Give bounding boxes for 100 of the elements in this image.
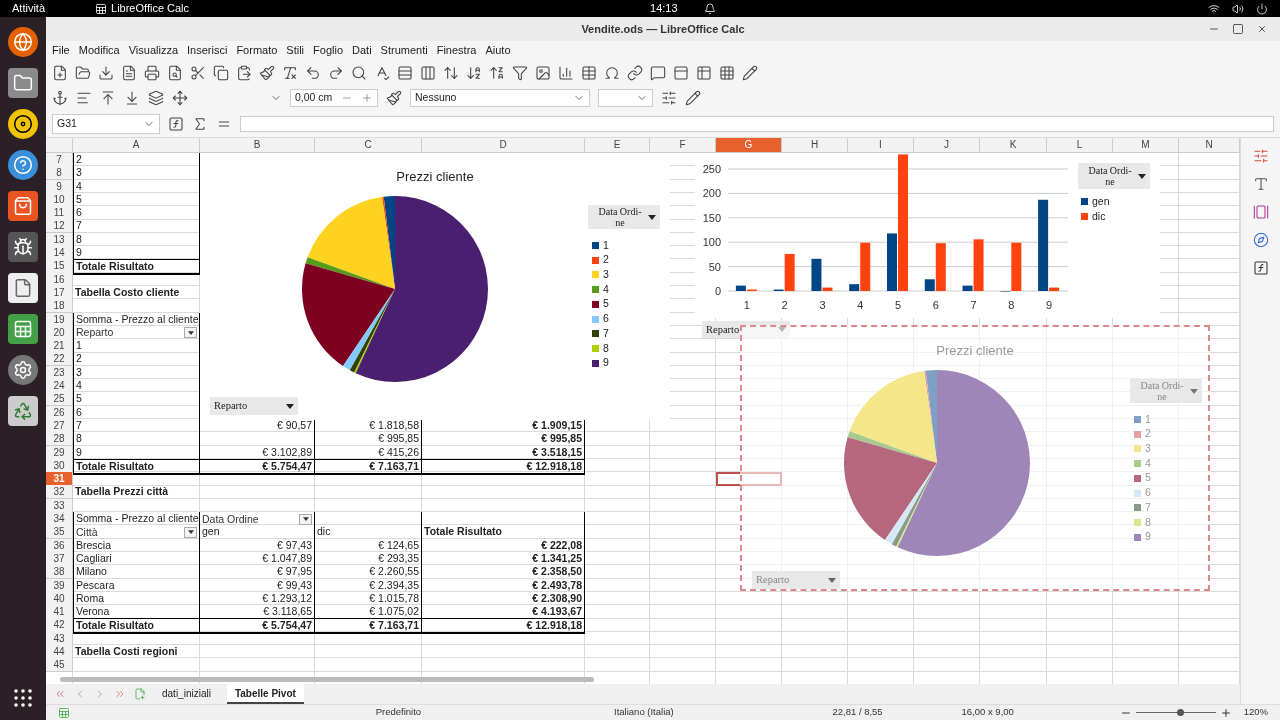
- clock[interactable]: 14:13: [650, 0, 678, 17]
- cell-cursor[interactable]: [716, 472, 782, 487]
- menu-item[interactable]: Inserisci: [187, 42, 228, 59]
- send-backward-icon[interactable]: [124, 90, 140, 106]
- row-header[interactable]: 21: [46, 339, 73, 354]
- print-preview-icon[interactable]: [167, 65, 183, 81]
- row-header[interactable]: 35: [46, 525, 73, 540]
- page-style[interactable]: Predefinito: [375, 705, 615, 720]
- app-name[interactable]: LibreOffice Calc: [111, 0, 190, 17]
- dropdown-button[interactable]: [299, 513, 312, 525]
- header-footer-icon[interactable]: [673, 65, 689, 81]
- dropdown-button[interactable]: [184, 327, 197, 339]
- paste-icon[interactable]: [236, 65, 252, 81]
- sum-icon[interactable]: [192, 115, 208, 132]
- maximize-icon[interactable]: [1232, 23, 1244, 35]
- export-pdf-icon[interactable]: [121, 65, 137, 81]
- activities-button[interactable]: Attività: [12, 0, 45, 17]
- spreadsheet-icon[interactable]: [95, 2, 107, 15]
- filter-icon[interactable]: [512, 65, 528, 81]
- row-header[interactable]: 45: [46, 658, 73, 673]
- column-header[interactable]: A: [73, 138, 200, 153]
- row-header[interactable]: 14: [46, 246, 73, 261]
- function-wizard-icon[interactable]: [168, 115, 184, 132]
- functions-icon[interactable]: [1252, 260, 1269, 276]
- help-icon[interactable]: [8, 150, 38, 180]
- printer-icon[interactable]: [144, 65, 160, 81]
- comment-icon[interactable]: [650, 65, 666, 81]
- menu-item[interactable]: Strumenti: [380, 42, 428, 59]
- caret-icon[interactable]: [187, 330, 194, 335]
- search-icon[interactable]: [351, 65, 367, 81]
- properties-icon[interactable]: [1252, 148, 1269, 164]
- border-style-select[interactable]: Nessuno: [410, 89, 590, 107]
- dropdown-button[interactable]: [184, 526, 197, 538]
- menu-item[interactable]: Visualizza: [128, 42, 179, 59]
- bring-forward-icon[interactable]: [100, 90, 116, 106]
- save-icon[interactable]: [98, 65, 114, 81]
- chart-icon[interactable]: [558, 65, 574, 81]
- pivot-table-icon[interactable]: [581, 65, 597, 81]
- app-grid-icon[interactable]: [11, 686, 35, 710]
- volume-icon[interactable]: [1232, 2, 1244, 15]
- columns-icon[interactable]: [420, 65, 436, 81]
- row-header[interactable]: 18: [46, 299, 73, 314]
- row-header[interactable]: 24: [46, 379, 73, 394]
- menu-item[interactable]: File: [52, 42, 70, 59]
- table-icon[interactable]: [696, 65, 712, 81]
- layers-icon[interactable]: [148, 90, 164, 106]
- legend-field-button[interactable]: Data Ordi- ne: [588, 205, 660, 229]
- paintbrush-icon[interactable]: [259, 65, 275, 81]
- sheet-tab[interactable]: dati_iniziali: [154, 684, 219, 704]
- name-box[interactable]: G31: [52, 113, 160, 134]
- row-header[interactable]: 8: [46, 166, 73, 181]
- omega-icon[interactable]: [604, 65, 620, 81]
- new-document-icon[interactable]: [52, 65, 68, 81]
- row-header[interactable]: 41: [46, 605, 73, 620]
- row-header[interactable]: 25: [46, 392, 73, 407]
- align-icon[interactable]: [76, 90, 92, 106]
- zoom-thumb[interactable]: [1177, 709, 1184, 716]
- formula-input[interactable]: [240, 115, 1274, 132]
- sheet-tab[interactable]: Tabelle Pivot: [226, 684, 304, 704]
- gallery-icon[interactable]: [1252, 204, 1269, 220]
- trash-icon[interactable]: [8, 396, 38, 426]
- image-icon[interactable]: [535, 65, 551, 81]
- menu-item[interactable]: Modifica: [78, 42, 120, 59]
- grid-icon[interactable]: [719, 65, 735, 81]
- spellcheck-icon[interactable]: [374, 65, 390, 81]
- menu-item[interactable]: Foglio: [313, 42, 344, 59]
- menu-item[interactable]: Formato: [236, 42, 278, 59]
- app-store-icon[interactable]: [8, 191, 38, 221]
- redo-icon[interactable]: [328, 65, 344, 81]
- menu-item[interactable]: Dati: [352, 42, 372, 59]
- filter-field-button[interactable]: Reparto: [702, 321, 790, 338]
- browser-icon[interactable]: [8, 27, 38, 57]
- sort-descending-icon[interactable]: [489, 65, 505, 81]
- styles-icon[interactable]: [1252, 176, 1269, 192]
- menu-item[interactable]: Stili: [286, 42, 305, 59]
- filter-field-button[interactable]: Reparto: [210, 397, 298, 415]
- settings-icon[interactable]: [8, 355, 38, 385]
- pie-chart[interactable]: Prezzi cliente Data Ordi- ne 1 2 3 4 5 6 7 8 9 Reparto: [200, 153, 670, 420]
- caret-icon[interactable]: [187, 530, 194, 535]
- wifi-icon[interactable]: [1208, 2, 1220, 15]
- anchor-icon[interactable]: [52, 90, 68, 106]
- row-header[interactable]: 11: [46, 206, 73, 221]
- scissors-icon[interactable]: [190, 65, 206, 81]
- bell-icon[interactable]: [703, 2, 716, 15]
- row-header[interactable]: 34: [46, 512, 73, 526]
- music-player-icon[interactable]: [8, 109, 38, 139]
- caret-icon[interactable]: [302, 517, 309, 521]
- horizontal-scrollbar[interactable]: [60, 677, 594, 682]
- navigator-icon[interactable]: [1252, 232, 1269, 248]
- caret-icon[interactable]: [286, 403, 294, 409]
- language[interactable]: Italiano (Italia): [614, 705, 833, 720]
- move-icon[interactable]: [172, 90, 188, 106]
- open-folder-icon[interactable]: [75, 65, 91, 81]
- row-header[interactable]: 12: [46, 219, 73, 234]
- bar-chart[interactable]: 0 50 100 150 200 250 1 2 3 4 5 6 7 8 9 Data Ordi- ne gen dic: [695, 153, 1160, 318]
- legend-field-button[interactable]: Data Ordi- ne: [1078, 163, 1150, 189]
- row-header[interactable]: 38: [46, 565, 73, 580]
- document-icon[interactable]: [8, 273, 38, 303]
- menu-item[interactable]: Aiuto: [485, 42, 511, 59]
- folder-icon[interactable]: [8, 68, 38, 98]
